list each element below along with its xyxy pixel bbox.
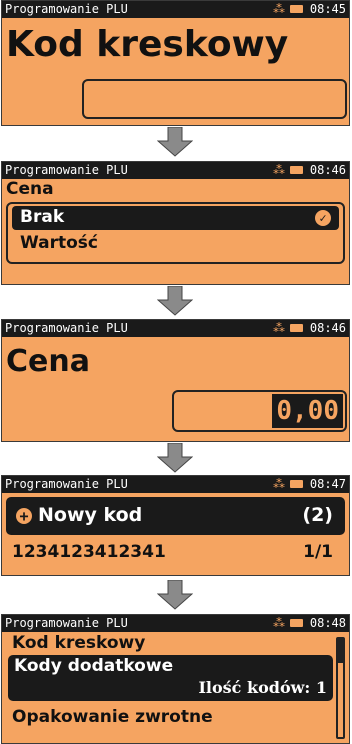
code-value: 1234123412341 xyxy=(12,542,166,562)
clock: 08:47 xyxy=(309,477,346,491)
clock: 08:48 xyxy=(309,616,346,630)
battery-icon xyxy=(290,619,303,627)
network-icon: ⁂ xyxy=(273,321,285,335)
clock: 08:46 xyxy=(309,321,346,335)
page-title: Kod kreskowy xyxy=(6,24,289,65)
screen-additional-codes: Programowanie PLU ⁂ 08:47 + Nowy kod (2)… xyxy=(1,475,350,576)
status-title: Programowanie PLU xyxy=(5,2,128,16)
battery-icon xyxy=(290,5,303,13)
network-icon: ⁂ xyxy=(273,616,285,630)
clock: 08:45 xyxy=(309,2,346,16)
status-bar: Programowanie PLU ⁂ 08:46 xyxy=(2,320,349,337)
barcode-input[interactable] xyxy=(82,79,347,119)
option-label: Wartość xyxy=(20,233,99,253)
network-icon: ⁂ xyxy=(273,477,285,491)
menu-item-returnable-packaging[interactable]: Opakowanie zwrotne xyxy=(12,707,213,727)
arrow-down-icon xyxy=(157,580,193,610)
menu-item-additional-codes[interactable]: Kody dodatkowe Ilość kodów: 1 xyxy=(8,655,333,701)
plus-icon: + xyxy=(16,508,32,524)
network-icon: ⁂ xyxy=(273,163,285,177)
screen-price-value: Programowanie PLU ⁂ 08:46 Cena 0,00 xyxy=(1,319,350,442)
status-bar: Programowanie PLU ⁂ 08:47 xyxy=(2,476,349,493)
battery-icon xyxy=(290,166,303,174)
status-bar: Programowanie PLU ⁂ 08:46 xyxy=(2,162,349,179)
network-icon: ⁂ xyxy=(273,2,285,16)
status-title: Programowanie PLU xyxy=(5,163,128,177)
arrow-down-icon xyxy=(157,286,193,316)
clock: 08:46 xyxy=(309,163,346,177)
price-input[interactable]: 0,00 xyxy=(172,390,347,432)
screen-price-type: Programowanie PLU ⁂ 08:46 Cena Brak ✓ Wa… xyxy=(1,161,350,285)
new-code-count: (2) xyxy=(302,504,333,526)
arrow-down-icon xyxy=(157,127,193,157)
screen-barcode: Programowanie PLU ⁂ 08:45 Kod kreskowy xyxy=(1,0,350,126)
page-title: Cena xyxy=(6,344,90,379)
menu-item-label: Kody dodatkowe xyxy=(14,656,174,676)
option-label: Brak xyxy=(20,207,65,227)
status-bar: Programowanie PLU ⁂ 08:45 xyxy=(2,1,349,18)
menu-item-barcode[interactable]: Kod kreskowy xyxy=(12,633,145,653)
check-icon: ✓ xyxy=(315,210,331,226)
arrow-down-icon xyxy=(157,443,193,473)
code-row[interactable]: 1234123412341 1/1 xyxy=(6,540,345,568)
screen-plu-menu: Programowanie PLU ⁂ 08:48 Kod kreskowy K… xyxy=(1,614,350,744)
new-code-label: Nowy kod xyxy=(38,504,143,526)
battery-icon xyxy=(290,324,303,332)
option-brak[interactable]: Brak ✓ xyxy=(12,206,339,230)
battery-icon xyxy=(290,480,303,488)
status-title: Programowanie PLU xyxy=(5,477,128,491)
status-title: Programowanie PLU xyxy=(5,321,128,335)
code-index: 1/1 xyxy=(303,542,333,562)
price-value: 0,00 xyxy=(272,394,343,428)
scrollbar[interactable] xyxy=(336,637,345,739)
new-code-button[interactable]: + Nowy kod (2) xyxy=(6,497,345,535)
status-title: Programowanie PLU xyxy=(5,616,128,630)
scrollbar-thumb[interactable] xyxy=(338,639,343,663)
status-bar: Programowanie PLU ⁂ 08:48 xyxy=(2,615,349,632)
option-wartosc[interactable]: Wartość xyxy=(12,232,339,256)
menu-item-sub: Ilość kodów: 1 xyxy=(198,678,327,697)
section-heading: Cena xyxy=(6,179,54,199)
